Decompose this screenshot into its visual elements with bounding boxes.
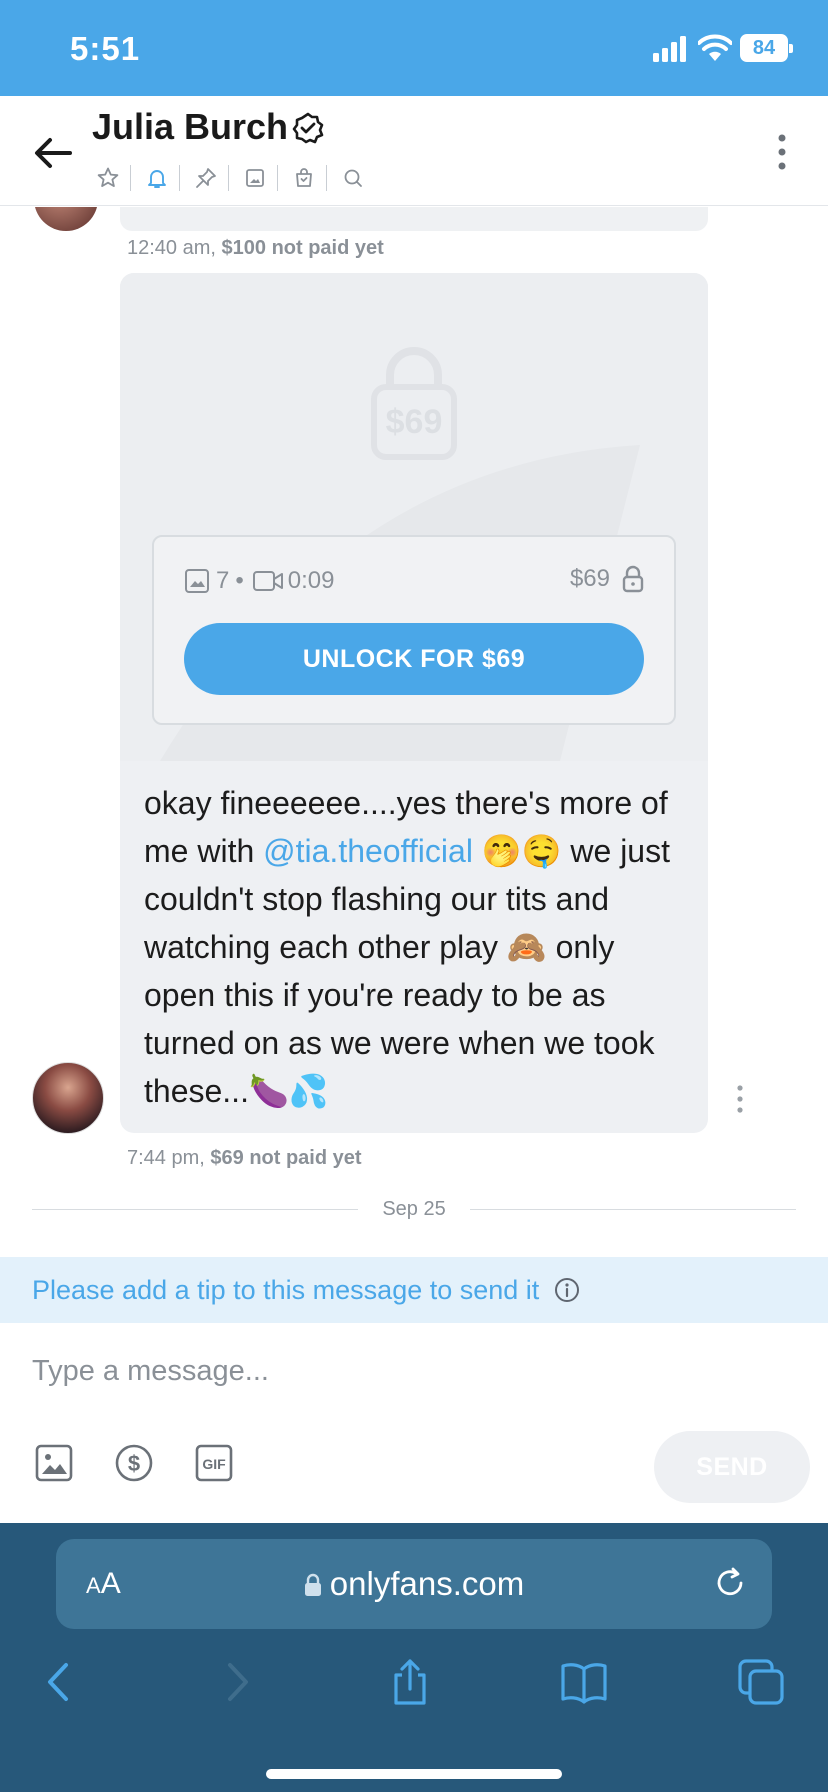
browser-toolbar: AA onlyfans.com — [0, 1523, 828, 1792]
share-icon[interactable] — [385, 1657, 435, 1707]
svg-text:$: $ — [128, 1451, 140, 1476]
verified-badge-icon — [292, 112, 324, 144]
payment-status: $100 not paid yet — [221, 237, 384, 259]
more-options-icon[interactable] — [770, 130, 794, 174]
message-text-part: 🤭🤤 we just couldn't stop flashing our ti… — [144, 833, 670, 1109]
divider — [277, 165, 278, 191]
gif-icon[interactable]: GIF — [194, 1443, 234, 1483]
battery-indicator: 84 — [740, 34, 793, 62]
watermark-price: $69 — [385, 403, 443, 441]
media-info: 7 • 0:09 — [184, 565, 334, 597]
unlock-button[interactable]: UNLOCK FOR $69 — [184, 623, 644, 695]
home-indicator — [266, 1769, 562, 1779]
message-time: 7:44 pm, — [127, 1147, 205, 1169]
payment-status: $69 not paid yet — [210, 1147, 362, 1169]
tip-notice-text: Please add a tip to this message to send… — [32, 1274, 540, 1305]
attach-image-icon[interactable] — [34, 1443, 74, 1483]
send-button[interactable]: SEND — [654, 1431, 810, 1503]
divider — [130, 165, 131, 191]
message-meta: 7:44 pm, $69 not paid yet — [127, 1147, 362, 1170]
avatar[interactable] — [34, 207, 98, 231]
photo-count: 7 — [216, 567, 230, 594]
bell-icon[interactable] — [141, 162, 173, 194]
url-text: onlyfans.com — [329, 1565, 525, 1602]
forward-nav-icon[interactable] — [212, 1657, 262, 1707]
message-composer: $ GIF SEND — [0, 1323, 828, 1523]
message-bubble: $69 7 • 0:09 $69 UNLOCK FOR $69 okay fin… — [120, 273, 708, 1133]
media-price: $69 — [570, 565, 644, 593]
chat-header: Julia Burch — [0, 96, 828, 206]
back-nav-icon[interactable] — [34, 1657, 84, 1707]
search-icon[interactable] — [337, 162, 369, 194]
dollar-tip-icon[interactable]: $ — [114, 1443, 154, 1483]
bullet-separator: • — [235, 567, 244, 594]
message-bubble — [120, 207, 708, 231]
video-duration: 0:09 — [287, 567, 335, 594]
locked-media-card: 7 • 0:09 $69 UNLOCK FOR $69 — [152, 535, 676, 725]
tip-notice: Please add a tip to this message to send… — [0, 1257, 828, 1323]
divider — [228, 165, 229, 191]
photo-icon — [185, 569, 209, 593]
message-time: 12:40 am, — [127, 237, 216, 259]
user-mention-link[interactable]: @tia.theofficial — [263, 833, 473, 869]
date-label: Sep 25 — [382, 1197, 446, 1220]
reload-icon[interactable] — [712, 1565, 748, 1601]
divider — [179, 165, 180, 191]
tabs-icon[interactable] — [736, 1657, 786, 1707]
message-input[interactable] — [32, 1349, 732, 1393]
pin-icon[interactable] — [190, 162, 222, 194]
chat-messages[interactable]: 12:40 am, $100 not paid yet $69 7 • 0:09 — [0, 207, 828, 1257]
date-separator: Sep 25 — [32, 1197, 797, 1221]
status-bar: 5:51 84 — [0, 0, 828, 96]
chat-title[interactable]: Julia Burch — [92, 106, 288, 148]
wifi-icon — [698, 34, 732, 61]
back-arrow-icon[interactable] — [30, 130, 76, 176]
locked-media-preview[interactable]: $69 7 • 0:09 $69 UNLOCK FOR $69 — [120, 273, 708, 761]
address-bar[interactable]: AA onlyfans.com — [56, 1539, 772, 1629]
message-text: okay fineeeeee....yes there's more of me… — [144, 779, 692, 1115]
video-icon — [252, 571, 283, 591]
message-options-icon[interactable] — [734, 1083, 746, 1115]
divider — [32, 1208, 359, 1210]
avatar[interactable] — [32, 1062, 104, 1134]
star-icon[interactable] — [92, 162, 124, 194]
info-icon[interactable] — [553, 1276, 581, 1304]
divider — [326, 165, 327, 191]
cellular-signal-icon — [653, 36, 686, 62]
status-time: 5:51 — [70, 30, 141, 67]
chat-toolbar — [92, 162, 375, 194]
url-display[interactable]: onlyfans.com — [56, 1565, 772, 1603]
padlock-icon — [622, 565, 644, 593]
message-meta: 12:40 am, $100 not paid yet — [127, 237, 384, 260]
price-label: $69 — [569, 565, 610, 592]
image-icon[interactable] — [239, 162, 271, 194]
svg-text:GIF: GIF — [202, 1456, 226, 1472]
lock-icon — [304, 1573, 321, 1596]
bookmarks-icon[interactable] — [559, 1657, 609, 1707]
divider — [469, 1208, 797, 1210]
bag-icon[interactable] — [288, 162, 320, 194]
